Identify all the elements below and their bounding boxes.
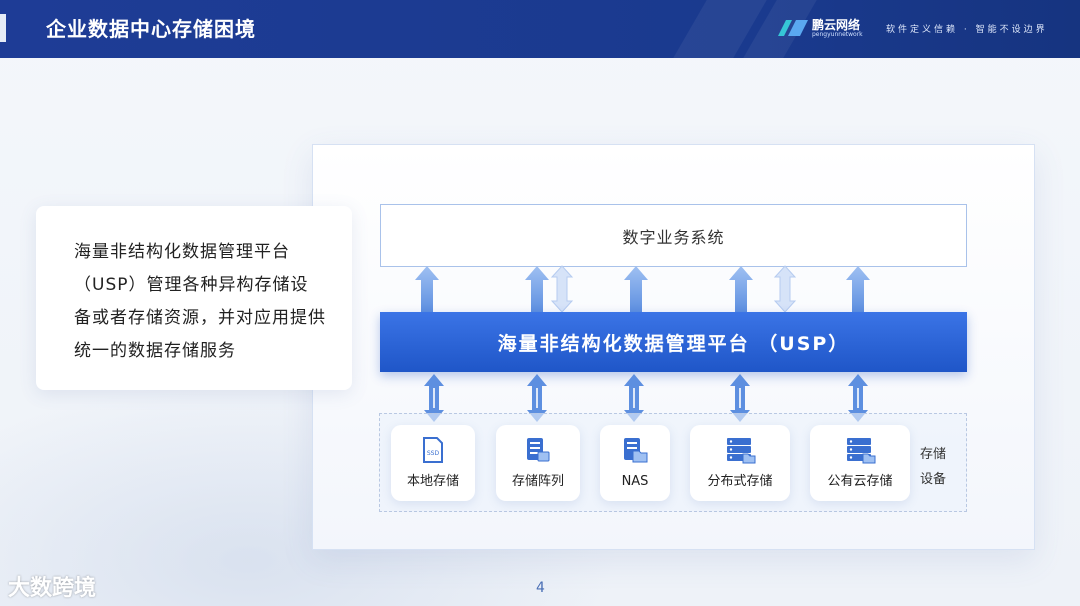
storage-card-nas: NAS — [600, 425, 670, 501]
title-accent — [0, 14, 6, 42]
double-arrow-icon — [550, 265, 574, 313]
storage-label: 公有云存储 — [827, 474, 893, 489]
header-bar: 企业数据中心存储困境 鹏云网络 pengyunnetwork 软件定义信赖 · … — [0, 0, 1080, 58]
arrow-up-icon — [624, 266, 648, 312]
storage-devices-label: 存储设备 — [920, 447, 947, 487]
storage-label: NAS — [621, 474, 649, 489]
ssd-icon: SSD — [423, 437, 443, 463]
arrow-up-icon — [415, 266, 439, 312]
double-arrow-icon — [773, 265, 797, 313]
storage-card-array: 存储阵列 — [496, 425, 580, 501]
svg-text:SSD: SSD — [427, 450, 440, 457]
description-text: 海量非结构化数据管理平台（USP）管理各种异构存储设备或者存储资源，并对应用提供… — [74, 242, 326, 361]
arrow-up-icon — [729, 266, 753, 312]
business-system-box: 数字业务系统 — [380, 204, 967, 267]
storage-label: 存储阵列 — [511, 474, 564, 489]
arrow-up-icon — [846, 266, 870, 312]
storage-label: 本地存储 — [406, 474, 459, 489]
brand-subtitle: pengyunnetwork — [812, 31, 863, 38]
nas-icon — [624, 438, 648, 463]
page-number: 4 — [536, 580, 545, 596]
usp-platform-bar: 海量非结构化数据管理平台 （USP） — [380, 312, 967, 372]
brand-slogan: 软件定义信赖 · 智能不设边界 — [886, 25, 1048, 35]
storage-card-local: SSD 本地存储 — [391, 425, 475, 501]
watermark: 大数跨境 — [8, 576, 97, 601]
distributed-storage-icon — [727, 438, 756, 464]
storage-card-distributed: 分布式存储 — [690, 425, 790, 501]
storage-label: 分布式存储 — [707, 474, 773, 489]
storage-card-cloud: 公有云存储 — [810, 425, 910, 501]
public-cloud-storage-icon — [847, 438, 876, 464]
page-title: 企业数据中心存储困境 — [46, 17, 256, 41]
arrow-up-icon — [525, 266, 549, 312]
storage-array-icon — [527, 438, 550, 462]
description-card: 海量非结构化数据管理平台（USP）管理各种异构存储设备或者存储资源，并对应用提供… — [36, 206, 352, 390]
upward-arrows — [415, 265, 870, 313]
brand-logo-icon — [778, 20, 808, 36]
